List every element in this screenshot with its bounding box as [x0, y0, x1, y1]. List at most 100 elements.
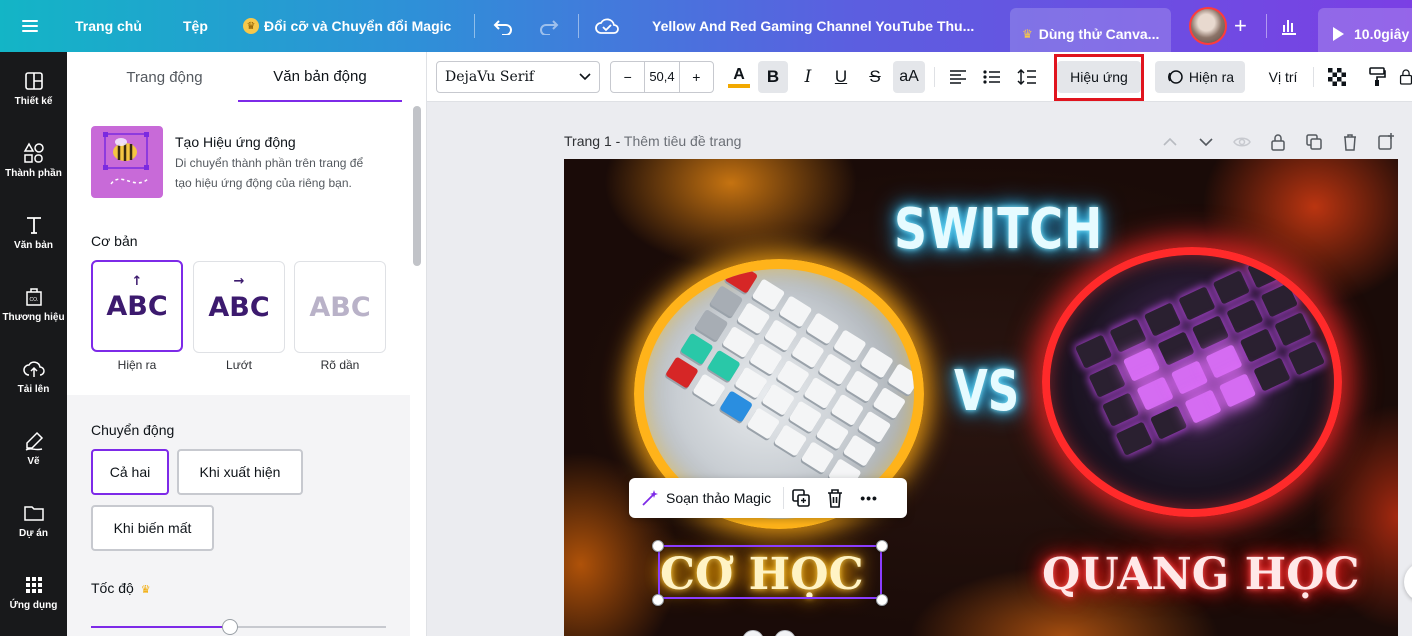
chevron-up-icon[interactable]	[1160, 132, 1180, 152]
animation-option-rise[interactable]: ↑ ABC	[91, 260, 183, 352]
cloud-save-status[interactable]	[595, 0, 619, 52]
color-swatch	[728, 83, 750, 88]
resize-handle-tl[interactable]	[652, 540, 664, 552]
duplicate-page-icon[interactable]	[1304, 132, 1324, 152]
resize-handle-tr[interactable]	[876, 540, 888, 552]
hide-page-icon[interactable]	[1232, 132, 1252, 152]
selection-frame[interactable]	[658, 545, 882, 599]
font-family-select[interactable]: DejaVu Serif	[436, 61, 600, 93]
bottom-control-button[interactable]	[742, 630, 764, 636]
chevron-down-icon[interactable]	[1196, 132, 1216, 152]
share-add-button[interactable]: +	[1234, 0, 1247, 52]
magic-write-button[interactable]: Soạn thảo Magic	[629, 478, 783, 518]
tab-text-animation[interactable]: Văn bản động	[238, 52, 402, 102]
text-color-button[interactable]: A	[725, 61, 753, 93]
sidebar-item-projects[interactable]: Dự án	[0, 502, 67, 539]
font-size-input[interactable]: 50,4	[644, 62, 680, 92]
sidebar-item-design[interactable]: Thiết kế	[0, 70, 67, 107]
motion-option-exit[interactable]: Khi biến mất	[91, 505, 214, 551]
side-scroll-button[interactable]	[1404, 562, 1412, 602]
italic-button[interactable]: I	[794, 61, 822, 93]
delete-element-button[interactable]	[818, 488, 852, 508]
underline-button[interactable]: U	[827, 61, 855, 93]
keyboard-keys	[1074, 255, 1326, 456]
text-icon	[26, 217, 41, 234]
transparency-button[interactable]	[1324, 61, 1350, 93]
animation-option-pan[interactable]: → ABC	[193, 261, 285, 353]
more-options-button[interactable]: •••	[852, 490, 886, 506]
add-page-icon[interactable]	[1376, 132, 1396, 152]
panel-scrollbar[interactable]	[413, 106, 421, 266]
tab-page-animation[interactable]: Trang động	[91, 52, 238, 102]
lock-button[interactable]	[1399, 61, 1412, 93]
text-color-icon: A	[733, 65, 745, 83]
sidebar-label: Thương hiệu	[2, 312, 65, 323]
sidebar-item-text[interactable]: Văn bản	[0, 214, 67, 251]
font-size-stepper[interactable]: − 50,4 +	[610, 61, 714, 93]
bullet-list-icon	[983, 70, 1000, 84]
align-button[interactable]	[944, 61, 972, 93]
animation-label-rise: Hiện ra	[117, 358, 157, 372]
motion-option-both[interactable]: Cả hai	[91, 449, 169, 495]
sidebar-label: Thiết kế	[14, 96, 53, 107]
switch-heading[interactable]: SWITCH	[894, 197, 1103, 262]
insights-button[interactable]	[1280, 0, 1298, 52]
right-caption[interactable]: QUANG HỌC	[1042, 549, 1360, 600]
font-family-value: DejaVu Serif	[445, 69, 535, 85]
speed-slider[interactable]	[91, 619, 386, 635]
document-title[interactable]: Yellow And Red Gaming Channel YouTube Th…	[652, 0, 992, 52]
paint-roller-icon	[1369, 67, 1386, 86]
sidebar-item-draw[interactable]: Vẽ	[0, 430, 67, 467]
resize-handle-br[interactable]	[876, 594, 888, 606]
animate-button[interactable]: Hiện ra	[1155, 61, 1245, 93]
avatar	[1189, 7, 1227, 45]
vs-text[interactable]: VS	[954, 359, 1019, 424]
checkerboard-icon	[1328, 68, 1346, 86]
left-sidebar: Thiết kế Thành phần Văn bản CO. Thương h…	[0, 52, 67, 636]
sidebar-item-elements[interactable]: Thành phần	[0, 142, 67, 179]
home-link[interactable]: Trang chủ	[75, 0, 142, 52]
highlight-annotation	[1054, 54, 1144, 101]
resize-handle-bl[interactable]	[652, 594, 664, 606]
create-animation-thumbnail[interactable]	[91, 126, 163, 198]
delete-page-icon[interactable]	[1340, 132, 1360, 152]
undo-button[interactable]	[493, 0, 513, 52]
increase-size-button[interactable]: +	[680, 69, 713, 85]
copy-style-button[interactable]	[1364, 61, 1390, 93]
create-animation-title: Tạo Hiệu ứng động	[175, 134, 296, 150]
letter-case-button[interactable]: aA	[893, 61, 925, 93]
duplicate-icon	[792, 489, 810, 507]
speed-section-title: Tốc độ ♛	[91, 580, 151, 596]
redo-button[interactable]	[539, 0, 559, 52]
bottom-control-button[interactable]	[774, 630, 796, 636]
user-avatar[interactable]	[1189, 0, 1227, 52]
bold-button[interactable]: B	[758, 61, 788, 93]
sidebar-item-uploads[interactable]: Tải lên	[0, 358, 67, 395]
position-button[interactable]: Vị trí	[1261, 61, 1305, 93]
magic-resize-button[interactable]: ♛ Đổi cỡ và Chuyển đổi Magic	[243, 0, 451, 52]
divider	[578, 14, 579, 38]
strikethrough-button[interactable]: S	[861, 61, 889, 93]
divider	[934, 67, 935, 87]
page-label[interactable]: Trang 1 - Thêm tiêu đề trang	[564, 133, 741, 149]
motion-section-title: Chuyển động	[91, 422, 175, 438]
animation-option-fade[interactable]: ABC	[294, 261, 386, 353]
duplicate-element-button[interactable]	[784, 488, 818, 508]
chevron-down-icon	[579, 73, 591, 81]
design-page[interactable]: SWITCH VS CƠ HỌC QUANG HỌC	[564, 159, 1398, 636]
page-title-placeholder[interactable]: Thêm tiêu đề trang	[624, 133, 742, 149]
file-menu[interactable]: Tệp	[183, 0, 208, 52]
lock-icon[interactable]	[1268, 132, 1288, 152]
trash-icon	[828, 489, 843, 508]
spacing-button[interactable]	[1013, 61, 1041, 93]
speed-slider-thumb[interactable]	[221, 619, 238, 635]
sidebar-item-apps[interactable]: Ứng dụng	[0, 574, 67, 611]
sidebar-item-brand[interactable]: CO. Thương hiệu	[0, 286, 67, 323]
menu-button[interactable]	[22, 0, 38, 52]
speed-slider-fill	[91, 626, 230, 628]
shapes-icon	[23, 142, 44, 163]
decrease-size-button[interactable]: −	[611, 69, 644, 85]
motion-option-enter[interactable]: Khi xuất hiện	[177, 449, 303, 495]
optical-keyboard-image[interactable]	[1042, 247, 1342, 517]
list-button[interactable]	[978, 61, 1006, 93]
